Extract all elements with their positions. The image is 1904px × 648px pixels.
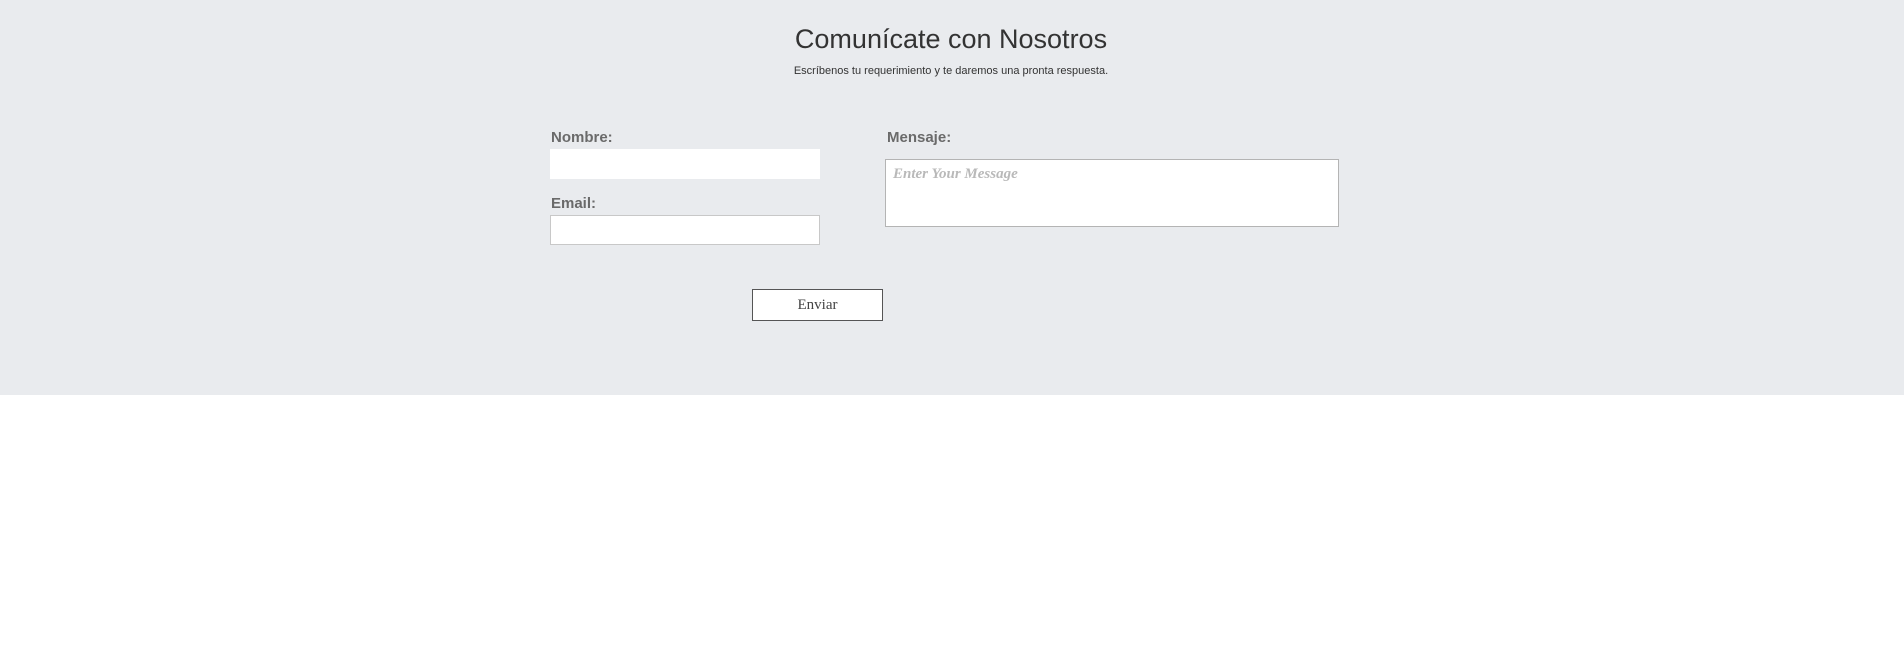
send-button[interactable]: Enviar	[752, 289, 883, 321]
email-label: Email:	[551, 195, 597, 212]
email-input[interactable]	[550, 215, 820, 245]
page-title: Comunícate con Nosotros	[794, 24, 1108, 54]
name-label: Nombre:	[551, 129, 613, 146]
message-textarea[interactable]	[885, 159, 1339, 227]
name-input[interactable]	[550, 149, 820, 179]
page-subtitle: Escríbenos tu requerimiento y te daremos…	[793, 65, 1109, 77]
message-label: Mensaje:	[887, 129, 952, 146]
contact-section: Comunícate con Nosotros Escríbenos tu re…	[0, 0, 1904, 395]
